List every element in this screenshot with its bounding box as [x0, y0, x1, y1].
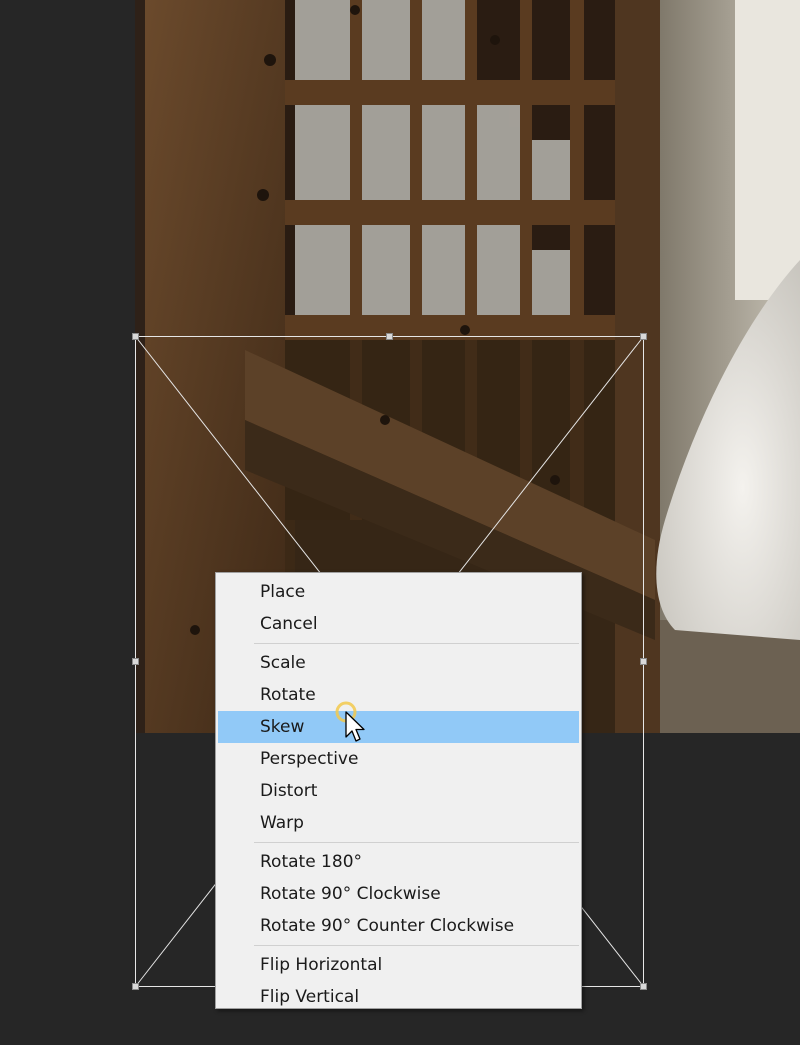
transform-handle-bottom-right[interactable] [640, 983, 647, 990]
menu-item-rotate-180[interactable]: Rotate 180° [218, 846, 579, 878]
menu-item-place[interactable]: Place [218, 576, 579, 608]
menu-separator [254, 945, 579, 946]
menu-item-scale[interactable]: Scale [218, 647, 579, 679]
menu-item-skew[interactable]: Skew [218, 711, 579, 743]
transform-context-menu[interactable]: Place Cancel Scale Rotate Skew Perspecti… [215, 572, 582, 1009]
menu-item-flip-vertical[interactable]: Flip Vertical [218, 981, 579, 1013]
transform-handle-bottom-left[interactable] [132, 983, 139, 990]
transform-handle-top-center[interactable] [386, 333, 393, 340]
menu-separator [254, 643, 579, 644]
transform-handle-top-right[interactable] [640, 333, 647, 340]
menu-item-warp[interactable]: Warp [218, 807, 579, 839]
transform-handle-top-left[interactable] [132, 333, 139, 340]
document-canvas[interactable]: Place Cancel Scale Rotate Skew Perspecti… [0, 0, 800, 1045]
menu-item-rotate-90-cw[interactable]: Rotate 90° Clockwise [218, 878, 579, 910]
menu-separator [254, 842, 579, 843]
menu-item-flip-horizontal[interactable]: Flip Horizontal [218, 949, 579, 981]
transform-handle-middle-right[interactable] [640, 658, 647, 665]
menu-item-perspective[interactable]: Perspective [218, 743, 579, 775]
menu-item-distort[interactable]: Distort [218, 775, 579, 807]
menu-item-rotate[interactable]: Rotate [218, 679, 579, 711]
menu-item-rotate-90-ccw[interactable]: Rotate 90° Counter Clockwise [218, 910, 579, 942]
transform-handle-middle-left[interactable] [132, 658, 139, 665]
menu-item-cancel[interactable]: Cancel [218, 608, 579, 640]
